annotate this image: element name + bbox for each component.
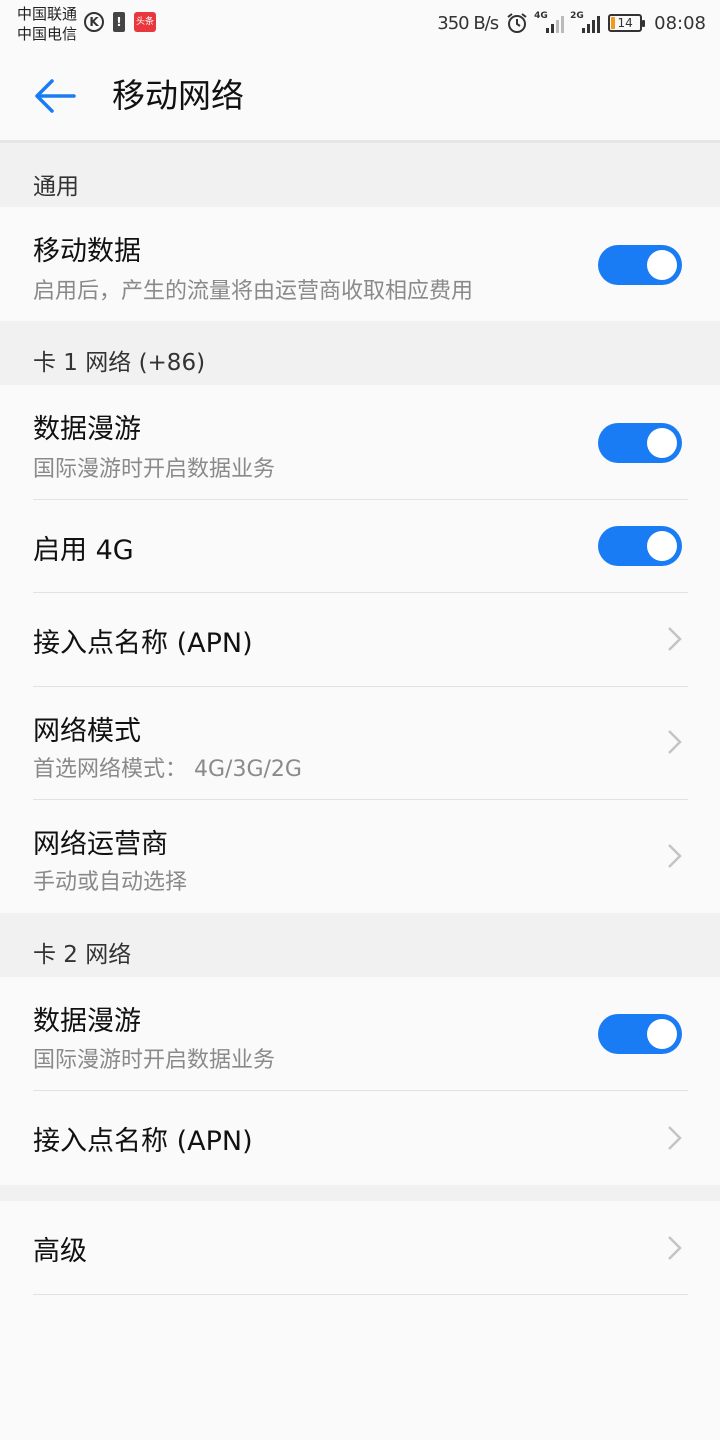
network-operator-row[interactable]: 网络运营商 手动或自动选择 bbox=[0, 800, 720, 913]
section-header-sim1: 卡 1 网络 (+86) bbox=[0, 321, 720, 385]
advanced-row[interactable]: 高级 bbox=[0, 1201, 720, 1294]
sim1-network-tag: 4G bbox=[534, 11, 548, 21]
chevron-right-icon bbox=[668, 1126, 682, 1150]
section-header-label: 卡 2 网络 bbox=[33, 942, 132, 968]
carrier-2-label: 中国电信 bbox=[17, 25, 78, 43]
general-card: 移动数据 启用后，产生的流量将由运营商收取相应费用 bbox=[0, 207, 720, 321]
news-app-icon: 头条 bbox=[134, 12, 156, 32]
back-button[interactable] bbox=[30, 74, 80, 118]
enable-4g-toggle[interactable] bbox=[598, 526, 682, 566]
notification-icons: K ! 头条 bbox=[84, 12, 156, 32]
chevron-right-icon bbox=[668, 730, 682, 754]
sim1-card: 数据漫游 国际漫游时开启数据业务 启用 4G 接入点名称 (APN) 网络模式 … bbox=[0, 385, 720, 913]
sim1-data-roaming-subtitle: 国际漫游时开启数据业务 bbox=[33, 457, 276, 482]
mobile-data-row[interactable]: 移动数据 启用后，产生的流量将由运营商收取相应费用 bbox=[0, 207, 720, 321]
sim1-signal-icon: 4G bbox=[534, 11, 565, 33]
sim2-data-roaming-toggle[interactable] bbox=[598, 1014, 682, 1054]
sim2-data-roaming-subtitle: 国际漫游时开启数据业务 bbox=[33, 1048, 276, 1073]
advanced-title: 高级 bbox=[33, 1236, 87, 1267]
battery-fill bbox=[611, 17, 616, 29]
clock: 08:08 bbox=[654, 12, 706, 34]
sim2-signal-icon: 2G bbox=[570, 11, 601, 33]
alert-icon: ! bbox=[113, 12, 125, 32]
chevron-right-icon bbox=[668, 1236, 682, 1260]
sim1-data-roaming-row[interactable]: 数据漫游 国际漫游时开启数据业务 bbox=[0, 385, 720, 499]
k-app-icon: K bbox=[84, 12, 104, 32]
enable-4g-title: 启用 4G bbox=[33, 535, 134, 566]
network-mode-title: 网络模式 bbox=[33, 716, 141, 747]
sim1-apn-title: 接入点名称 (APN) bbox=[33, 628, 253, 659]
sim2-card: 数据漫游 国际漫游时开启数据业务 接入点名称 (APN) bbox=[0, 977, 720, 1185]
chevron-right-icon bbox=[668, 844, 682, 868]
sim2-network-tag: 2G bbox=[570, 11, 584, 21]
toggle-knob bbox=[647, 250, 677, 280]
battery-icon: 14 bbox=[608, 14, 646, 32]
status-bar: 中国联通 中国电信 K ! 头条 350 B/s 4G 2G 14 08:08 bbox=[0, 0, 720, 48]
chevron-right-icon bbox=[668, 627, 682, 651]
sim2-data-roaming-row[interactable]: 数据漫游 国际漫游时开启数据业务 bbox=[0, 977, 720, 1090]
network-speed: 350 B/s bbox=[437, 12, 499, 34]
toggle-knob bbox=[647, 428, 677, 458]
network-operator-title: 网络运营商 bbox=[33, 829, 168, 860]
section-spacer bbox=[0, 1185, 720, 1201]
network-mode-row[interactable]: 网络模式 首选网络模式： 4G/3G/2G bbox=[0, 687, 720, 799]
sim2-apn-title: 接入点名称 (APN) bbox=[33, 1126, 253, 1157]
carrier-1-label: 中国联通 bbox=[17, 5, 78, 23]
arrow-left-icon bbox=[35, 79, 76, 113]
divider bbox=[33, 1294, 688, 1295]
battery-level: 14 bbox=[617, 16, 633, 30]
mobile-data-subtitle: 启用后，产生的流量将由运营商收取相应费用 bbox=[33, 279, 474, 304]
section-header-label: 卡 1 网络 (+86) bbox=[33, 350, 206, 376]
advanced-card: 高级 bbox=[0, 1201, 720, 1295]
sim2-data-roaming-title: 数据漫游 bbox=[33, 1006, 141, 1037]
toggle-knob bbox=[647, 531, 677, 561]
network-operator-subtitle: 手动或自动选择 bbox=[33, 870, 188, 895]
section-header-general: 通用 bbox=[0, 143, 720, 207]
enable-4g-row[interactable]: 启用 4G bbox=[0, 500, 720, 592]
section-header-sim2: 卡 2 网络 bbox=[0, 913, 720, 977]
page-title: 移动网络 bbox=[112, 76, 244, 115]
system-indicators: 350 B/s 4G 2G 14 08:08 bbox=[437, 11, 706, 34]
network-mode-subtitle: 首选网络模式： 4G/3G/2G bbox=[33, 757, 302, 782]
sim2-apn-row[interactable]: 接入点名称 (APN) bbox=[0, 1091, 720, 1185]
sim1-data-roaming-title: 数据漫游 bbox=[33, 414, 141, 445]
section-header-label: 通用 bbox=[33, 174, 79, 200]
alarm-icon bbox=[507, 13, 527, 33]
sim1-apn-row[interactable]: 接入点名称 (APN) bbox=[0, 593, 720, 686]
carrier-labels: 中国联通 中国电信 bbox=[17, 4, 77, 44]
sim1-data-roaming-toggle[interactable] bbox=[598, 423, 682, 463]
mobile-data-toggle[interactable] bbox=[598, 245, 682, 285]
mobile-data-title: 移动数据 bbox=[33, 236, 141, 267]
app-bar: 移动网络 bbox=[0, 48, 720, 143]
toggle-knob bbox=[647, 1019, 677, 1049]
